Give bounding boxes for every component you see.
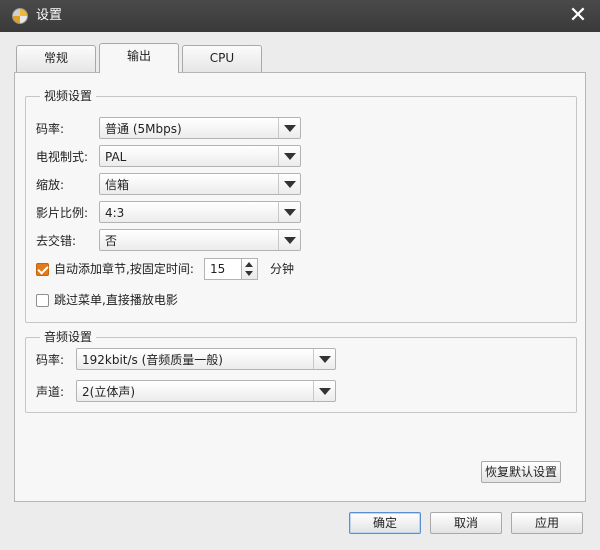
- skip-menu-label: 跳过菜单,直接播放电影: [54, 293, 178, 307]
- chevron-down-icon[interactable]: [313, 349, 335, 369]
- ok-button[interactable]: 确定: [349, 512, 421, 534]
- zoom-select[interactable]: 信箱: [99, 173, 301, 195]
- window-title: 设置: [36, 8, 63, 23]
- chevron-down-icon[interactable]: [278, 230, 300, 250]
- audio-bitrate-value: 192kbit/s (音频质量一般): [82, 353, 223, 367]
- audio-channel-label: 声道:: [36, 385, 65, 399]
- skip-menu-checkbox[interactable]: [36, 294, 49, 307]
- chevron-down-icon[interactable]: [278, 146, 300, 166]
- audio-channel-select[interactable]: 2(立体声): [76, 380, 336, 402]
- tab-output[interactable]: 输出: [99, 43, 179, 73]
- tab-cpu[interactable]: CPU: [182, 45, 262, 72]
- restore-defaults-button[interactable]: 恢复默认设置: [481, 461, 561, 483]
- title-bar[interactable]: 设置 ✕: [0, 0, 600, 32]
- audio-channel-value: 2(立体声): [82, 385, 135, 399]
- stepper-down-icon[interactable]: [242, 269, 257, 279]
- tab-general[interactable]: 常规: [16, 45, 96, 72]
- video-bitrate-label: 码率:: [36, 122, 65, 136]
- audio-settings-group: 音频设置 码率: 192kbit/s (音频质量一般) 声道: 2(立体声): [25, 330, 577, 413]
- aspect-ratio-select[interactable]: 4:3: [99, 201, 301, 223]
- audio-bitrate-select[interactable]: 192kbit/s (音频质量一般): [76, 348, 336, 370]
- audio-settings-legend: 音频设置: [40, 330, 97, 344]
- chapter-interval-input[interactable]: 15: [204, 258, 242, 280]
- deinterlace-label: 去交错:: [36, 234, 77, 248]
- video-settings-legend: 视频设置: [40, 89, 97, 103]
- zoom-value: 信箱: [105, 178, 130, 192]
- close-button[interactable]: ✕: [568, 5, 588, 27]
- tv-standard-select[interactable]: PAL: [99, 145, 301, 167]
- aspect-ratio-value: 4:3: [105, 206, 125, 220]
- chevron-down-icon[interactable]: [278, 202, 300, 222]
- chevron-down-icon[interactable]: [278, 174, 300, 194]
- settings-window: 设置 ✕ 常规 输出 CPU 视频设置 码率: 普通 (5Mbps) 电视制式:…: [0, 0, 600, 550]
- deinterlace-value: 否: [105, 234, 118, 248]
- auto-chapter-label: 自动添加章节,按固定时间:: [54, 262, 194, 276]
- zoom-label: 缩放:: [36, 178, 65, 192]
- audio-bitrate-label: 码率:: [36, 353, 65, 367]
- video-bitrate-value: 普通 (5Mbps): [105, 122, 182, 136]
- video-bitrate-select[interactable]: 普通 (5Mbps): [99, 117, 301, 139]
- stepper-up-icon[interactable]: [242, 259, 257, 269]
- output-tab-panel: 视频设置 码率: 普通 (5Mbps) 电视制式: PAL 缩放: 信箱 影片比…: [14, 72, 586, 502]
- cancel-button[interactable]: 取消: [430, 512, 502, 534]
- aspect-ratio-label: 影片比例:: [36, 206, 89, 220]
- video-settings-group: 视频设置 码率: 普通 (5Mbps) 电视制式: PAL 缩放: 信箱 影片比…: [25, 89, 577, 323]
- chapter-interval-stepper[interactable]: [242, 258, 258, 280]
- chevron-down-icon[interactable]: [313, 381, 335, 401]
- tv-standard-value: PAL: [105, 150, 127, 164]
- app-disc-icon: [12, 8, 28, 24]
- auto-chapter-checkbox[interactable]: [36, 263, 49, 276]
- deinterlace-select[interactable]: 否: [99, 229, 301, 251]
- chapter-interval-unit: 分钟: [270, 262, 295, 276]
- apply-button[interactable]: 应用: [511, 512, 583, 534]
- chevron-down-icon[interactable]: [278, 118, 300, 138]
- tv-standard-label: 电视制式:: [36, 150, 89, 164]
